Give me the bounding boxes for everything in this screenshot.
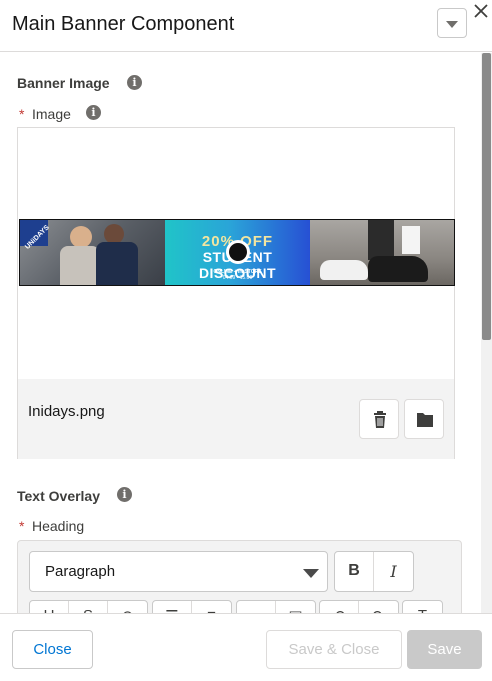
list-button-group: ☰ ≡ xyxy=(152,600,232,613)
link-button[interactable]: ⚭ xyxy=(237,601,276,613)
banner-editor-panel: Main Banner Component Banner Image i * I… xyxy=(0,0,492,681)
close-button[interactable]: Close xyxy=(12,630,93,669)
text-overlay-section-title: Text Overlay xyxy=(17,488,101,504)
unidays-tag: UNiDAYS xyxy=(20,220,51,251)
header-menu-dropdown-button[interactable] xyxy=(437,8,467,38)
banner-line4: 04.09 - 15.09 xyxy=(222,275,253,281)
bold-button[interactable]: B xyxy=(335,552,374,591)
info-icon[interactable]: i xyxy=(86,105,101,120)
undo-button[interactable]: ↶ xyxy=(320,601,359,613)
insert-button-group: ⚭ ▣ xyxy=(236,600,316,613)
browse-image-button[interactable] xyxy=(404,399,444,439)
redo-button[interactable]: ↷ xyxy=(359,601,398,613)
rich-text-editor-toolbar: Paragraph B I U S ⊘ ☰ ≡ ⚭ ▣ ↶ ↷ xyxy=(17,540,462,613)
save-and-close-button[interactable]: Save & Close xyxy=(266,630,402,669)
panel-footer: Close Save & Close Save xyxy=(0,613,492,681)
format-select[interactable]: Paragraph xyxy=(29,551,328,592)
panel-title: Main Banner Component xyxy=(12,13,235,35)
info-icon[interactable]: i xyxy=(127,75,142,90)
delete-image-button[interactable] xyxy=(359,399,399,439)
text-style-button-group: B I xyxy=(334,551,414,592)
strikethrough-button[interactable]: S xyxy=(69,601,108,613)
trash-icon xyxy=(374,411,386,428)
clear-formatting-button[interactable]: T xyxy=(403,601,442,613)
underline-button[interactable]: U xyxy=(30,601,69,613)
heading-field-label: Heading xyxy=(32,518,85,534)
file-info-bar: Inidays.png xyxy=(18,379,454,459)
panel-header: Main Banner Component xyxy=(0,0,492,52)
format-select-value: Paragraph xyxy=(45,563,116,580)
panel-body[interactable]: Banner Image i * Image i UNiDAYS 20% OFF… xyxy=(0,53,481,613)
banner-photo-people: UNiDAYS xyxy=(20,220,165,285)
bulleted-list-button[interactable]: ☰ xyxy=(153,601,192,613)
required-marker: * xyxy=(19,518,25,534)
remove-format-button[interactable]: ⊘ xyxy=(108,601,147,613)
numbered-list-button[interactable]: ≡ xyxy=(192,601,231,613)
scrollbar-thumb[interactable] xyxy=(482,53,491,340)
banner-image-preview[interactable]: UNiDAYS 20% OFF STUDENT DISCOUNT ONLINE … xyxy=(19,219,455,286)
image-field-label: Image xyxy=(32,106,71,122)
image-preview-box: UNiDAYS 20% OFF STUDENT DISCOUNT ONLINE … xyxy=(17,127,455,459)
required-marker: * xyxy=(19,106,25,122)
folder-icon xyxy=(417,413,433,427)
image-button[interactable]: ▣ xyxy=(276,601,315,613)
clear-format-button-group: T xyxy=(402,600,443,613)
close-icon[interactable] xyxy=(472,2,490,20)
chevron-down-icon xyxy=(303,569,319,578)
cursor-indicator xyxy=(226,240,250,264)
banner-image-section-title: Banner Image xyxy=(17,75,110,91)
banner-photo-shoes xyxy=(310,220,454,285)
save-button[interactable]: Save xyxy=(407,630,482,669)
history-button-group: ↶ ↷ xyxy=(319,600,399,613)
text-decoration-button-group: U S ⊘ xyxy=(29,600,148,613)
italic-button[interactable]: I xyxy=(374,552,413,591)
info-icon[interactable]: i xyxy=(117,487,132,502)
file-name: Inidays.png xyxy=(28,403,105,420)
